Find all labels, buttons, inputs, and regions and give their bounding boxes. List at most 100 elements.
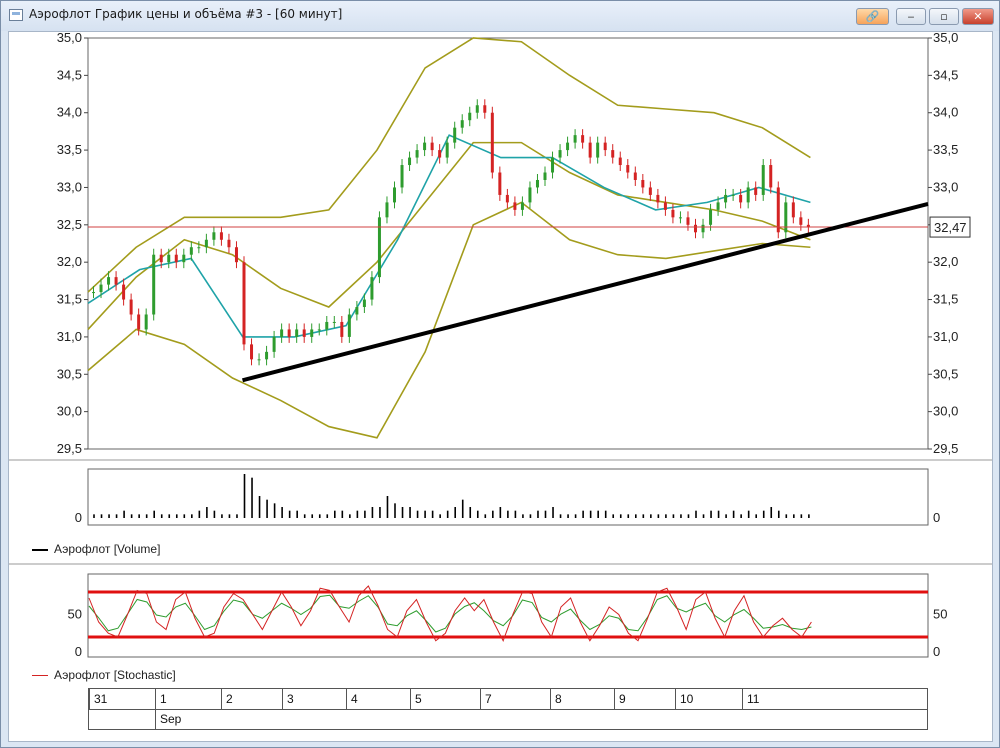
candle-body [769, 165, 773, 188]
candle-body [678, 217, 682, 219]
candle-body [159, 254, 163, 263]
candle-body [107, 277, 111, 285]
candle-body [265, 351, 269, 360]
candle-body [475, 105, 479, 113]
candle-body [212, 232, 216, 240]
price-tick-label-left: 32,0 [57, 254, 82, 269]
candle-body [114, 277, 118, 285]
candle-body [520, 202, 524, 210]
bollinger-middle-line [87, 141, 811, 330]
candle-body [317, 329, 321, 331]
price-tick-label-right: 33,0 [933, 179, 958, 194]
candle-body [385, 202, 389, 218]
candle-body [310, 329, 314, 337]
chart-client-area[interactable]: 35,0 35,0 34,5 34,5 34,0 34,0 33,5 33,5 33,0 33,0… [8, 30, 993, 742]
candle-body [295, 329, 299, 337]
candle-body [799, 217, 803, 225]
candle-body [144, 314, 148, 330]
candle-body [709, 209, 713, 225]
candle-body [573, 135, 577, 143]
candle-body [340, 321, 344, 337]
moving-average-line [87, 134, 811, 338]
candle-body [400, 165, 404, 188]
candle-body [280, 329, 284, 337]
last-price-label: 32,47 [934, 220, 967, 235]
candle-body [513, 202, 517, 210]
date-axis[interactable]: 31 1 2 3 4 5 7 8 9 10 11 Sep [88, 688, 928, 730]
candle-body [611, 150, 615, 158]
candle-body [287, 329, 291, 337]
day-cell: 1 [155, 689, 221, 709]
month-cell: Sep [155, 709, 927, 730]
candle-body [558, 150, 562, 158]
price-tick-label-left: 29,5 [57, 441, 82, 456]
candle-body [739, 194, 743, 203]
stochastic-tick-label-left: 50 [68, 607, 82, 622]
candle-body [377, 217, 381, 278]
candle-body [332, 321, 336, 323]
candle-body [566, 142, 570, 151]
candle-body [686, 217, 690, 225]
candle-body [129, 299, 133, 315]
candle-body [641, 179, 645, 188]
candle-body [393, 187, 396, 203]
price-tick-label-right: 31,5 [933, 292, 958, 307]
close-button[interactable]: ✕ [962, 8, 994, 25]
candle-body [754, 187, 758, 195]
link-button[interactable]: 🔗 [856, 8, 889, 25]
stochastic-tick-label-right: 50 [933, 607, 947, 622]
price-tick-label-left: 30,0 [57, 404, 82, 419]
candle-body [204, 239, 208, 248]
candle-body [596, 142, 600, 158]
day-cell: 7 [480, 689, 550, 709]
candle-body [122, 284, 126, 300]
candle-body [791, 202, 795, 218]
candle-body [701, 224, 705, 233]
candle-body [543, 172, 547, 180]
day-cell: 10 [675, 689, 742, 709]
day-cell: 4 [346, 689, 410, 709]
candle-body [603, 142, 607, 151]
candle-body [189, 247, 193, 255]
day-cell: 8 [550, 689, 614, 709]
candle-body [302, 329, 306, 337]
price-tick-label-right: 33,5 [933, 142, 958, 157]
candle-body [776, 187, 780, 233]
candle-body [408, 157, 412, 166]
candle-body [648, 187, 652, 195]
price-tick-label-right: 32,0 [933, 254, 958, 269]
candle-body [272, 336, 276, 352]
candle-body [182, 254, 186, 263]
day-cell: 31 [89, 689, 155, 709]
candle-body [415, 150, 419, 158]
candle-body [551, 157, 555, 173]
candle-body [438, 150, 442, 158]
candle-body [197, 247, 201, 249]
candle-body [325, 321, 329, 330]
price-tick-label-right: 31,0 [933, 329, 958, 344]
price-tick-label-left: 33,0 [57, 179, 82, 194]
candle-body [581, 135, 585, 143]
chart-canvas[interactable]: 35,0 35,0 34,5 34,5 34,0 34,0 33,5 33,5 33,0 33,0… [9, 30, 992, 741]
candle-body [498, 172, 502, 195]
price-tick-label-right: 29,5 [933, 441, 958, 456]
volume-legend: Аэрофлот [Volume] [32, 542, 160, 556]
candle-body [355, 307, 359, 315]
candle-body [656, 194, 660, 203]
candle-body [468, 112, 472, 121]
candle-body [167, 254, 171, 263]
candle-body [588, 142, 592, 158]
minimize-button[interactable]: ‒ [896, 8, 926, 25]
price-tick-label-left: 35,0 [57, 32, 82, 45]
candle-body [92, 292, 95, 294]
price-tick-label-left: 31,5 [57, 292, 82, 307]
restore-button[interactable]: ▫ [929, 8, 959, 25]
candle-body [633, 172, 637, 180]
volume-legend-label: Аэрофлот [Volume] [54, 542, 161, 556]
candle-body [483, 105, 487, 113]
candle-body [746, 187, 750, 203]
app-window: Аэрофлот График цены и объёма #3 - [60 м… [0, 0, 1000, 748]
bollinger-lower-line [87, 201, 811, 439]
candle-body [535, 179, 539, 188]
title-bar[interactable]: Аэрофлот График цены и объёма #3 - [60 м… [1, 1, 999, 31]
